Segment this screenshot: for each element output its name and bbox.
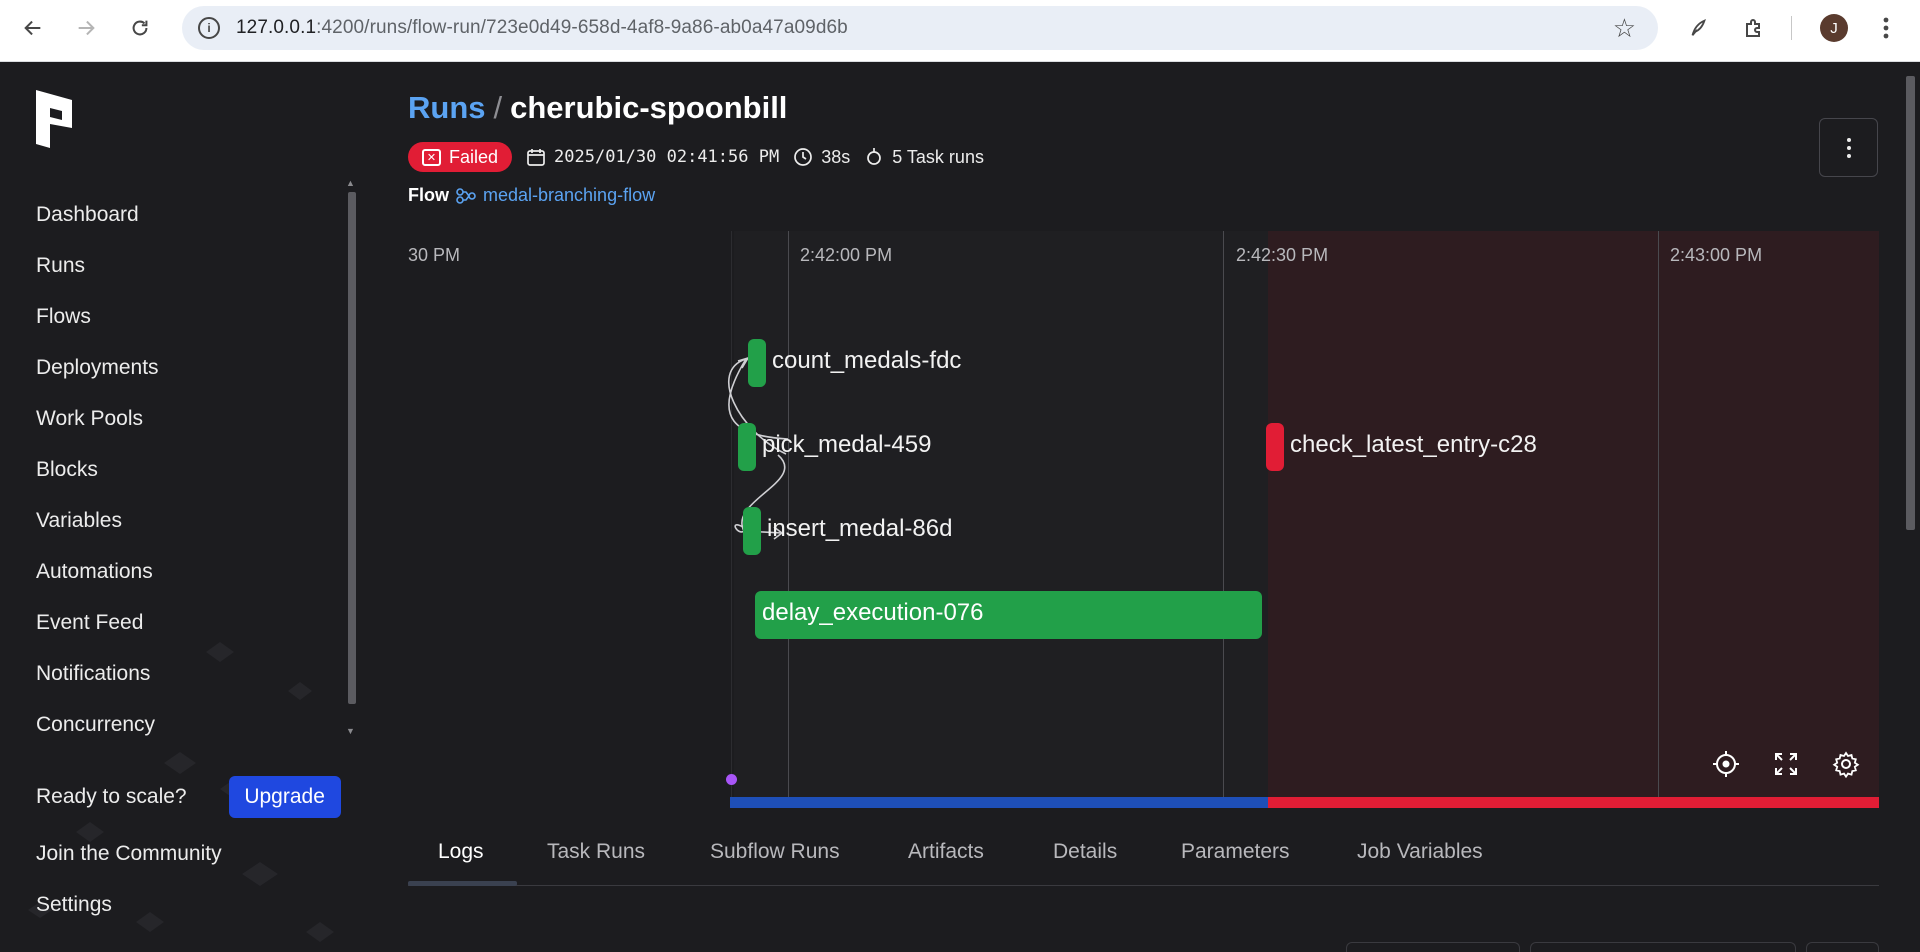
site-info-icon[interactable]: i <box>198 17 220 39</box>
sidebar-item-concurrency[interactable]: Concurrency <box>36 699 159 750</box>
task-label-pick-medal[interactable]: pick_medal-459 <box>762 431 931 459</box>
bookmark-star-icon[interactable]: ☆ <box>1613 13 1636 44</box>
run-state-track-running <box>730 797 1268 808</box>
status-label: Failed <box>449 146 499 167</box>
reload-button[interactable] <box>122 10 158 46</box>
sidebar-item-event-feed[interactable]: Event Feed <box>36 597 159 648</box>
settings-link[interactable]: Settings <box>36 893 112 917</box>
run-state-track-failed <box>1268 797 1879 808</box>
sidebar-item-runs[interactable]: Runs <box>36 240 159 291</box>
profile-avatar[interactable]: J <box>1820 14 1848 42</box>
upgrade-prompt: Ready to scale? <box>36 785 187 808</box>
join-community-link[interactable]: Join the Community <box>36 842 222 866</box>
sidebar-scroll-down-icon[interactable]: ▼ <box>346 726 355 736</box>
task-label-count-medals[interactable]: count_medals-fdc <box>772 347 961 375</box>
task-bar-pick-medal[interactable] <box>738 423 756 471</box>
sidebar: Dashboard Runs Flows Deployments Work Po… <box>0 62 368 952</box>
reload-icon <box>132 20 148 36</box>
flow-label: Flow <box>408 185 449 205</box>
clock-icon <box>794 148 813 166</box>
flow-link[interactable]: medal-branching-flow <box>455 185 655 206</box>
task-bar-check-latest-entry[interactable] <box>1266 423 1284 471</box>
tab-logs[interactable]: Logs <box>438 834 484 886</box>
tab-subflow-runs[interactable]: Subflow Runs <box>710 834 840 886</box>
upgrade-button[interactable]: Upgrade <box>228 776 341 818</box>
back-button[interactable] <box>15 10 51 46</box>
run-meta: ✕ Failed 2025/01/30 02:41:56 PM 38s 5 Ta… <box>408 142 984 172</box>
flow-icon <box>456 187 476 204</box>
flow-info: Flow medal-branching-flow <box>408 185 655 206</box>
active-tab-indicator <box>408 881 517 886</box>
duration-value: 38s <box>821 146 851 167</box>
prefect-logo[interactable] <box>36 90 76 148</box>
upgrade-section: Ready to scale? Upgrade <box>36 776 341 818</box>
task-runs-value: 5 Task runs <box>892 146 984 167</box>
timeline-settings-button[interactable] <box>1829 747 1863 781</box>
breadcrumb: Runs / cherubic-spoonbill <box>408 90 787 126</box>
breadcrumb-runs-link[interactable]: Runs <box>408 90 486 125</box>
sidebar-item-deployments[interactable]: Deployments <box>36 342 159 393</box>
sidebar-nav: Dashboard Runs Flows Deployments Work Po… <box>36 189 159 750</box>
log-level-select[interactable] <box>1530 942 1796 952</box>
tab-details[interactable]: Details <box>1053 834 1117 886</box>
task-label-delay-execution[interactable]: delay_execution-076 <box>762 599 984 627</box>
sidebar-item-work-pools[interactable]: Work Pools <box>36 393 159 444</box>
arrow-left-icon <box>24 20 41 36</box>
task-runs-count: 5 Task runs <box>864 147 984 168</box>
failed-x-icon: ✕ <box>422 148 441 166</box>
main-content: Runs / cherubic-spoonbill ✕ Failed 2025/01… <box>368 62 1920 952</box>
sidebar-item-dashboard[interactable]: Dashboard <box>36 189 159 240</box>
tab-task-runs[interactable]: Task Runs <box>547 834 645 886</box>
dependency-arrows <box>727 356 789 540</box>
arrow-right-icon <box>78 20 95 36</box>
url-host: 127.0.0.1 <box>236 17 317 38</box>
calendar-icon <box>527 149 545 166</box>
task-bar-count-medals[interactable] <box>748 339 766 387</box>
tab-artifacts[interactable]: Artifacts <box>908 834 984 886</box>
log-filter-control[interactable] <box>1346 942 1520 952</box>
sidebar-scroll-up-icon[interactable]: ▲ <box>346 178 355 188</box>
forward-button[interactable] <box>68 10 104 46</box>
task-label-check-latest-entry[interactable]: check_latest_entry-c28 <box>1290 431 1537 459</box>
sidebar-item-flows[interactable]: Flows <box>36 291 159 342</box>
browser-menu-icon[interactable] <box>1868 10 1904 46</box>
gear-icon <box>1832 751 1860 778</box>
tab-parameters[interactable]: Parameters <box>1181 834 1290 886</box>
extensions-puzzle-icon[interactable] <box>1736 10 1772 46</box>
address-bar[interactable]: i 127.0.0.1:4200/runs/flow-run/723e0d49-… <box>182 6 1658 50</box>
task-run-icon <box>867 148 882 165</box>
sidebar-item-notifications[interactable]: Notifications <box>36 648 159 699</box>
sidebar-item-blocks[interactable]: Blocks <box>36 444 159 495</box>
url-text[interactable]: 127.0.0.1:4200/runs/flow-run/723e0d49-65… <box>236 17 848 39</box>
fullscreen-button[interactable] <box>1769 747 1803 781</box>
expand-icon <box>1775 753 1797 775</box>
page-title: cherubic-spoonbill <box>510 90 788 125</box>
toolbar-divider <box>1791 16 1792 40</box>
sidebar-scrollbar[interactable] <box>348 192 356 704</box>
extension-feather-icon[interactable] <box>1680 10 1716 46</box>
sidebar-item-variables[interactable]: Variables <box>36 495 159 546</box>
url-path: :4200/runs/flow-run/723e0d49-658d-4af8-9… <box>316 17 848 38</box>
crosshair-icon <box>1713 751 1739 777</box>
status-badge: ✕ Failed <box>408 142 513 172</box>
event-marker[interactable] <box>726 774 737 785</box>
run-detail-tabs: Logs Task Runs Subflow Runs Artifacts De… <box>408 834 1879 886</box>
more-actions-button[interactable] <box>1819 118 1878 177</box>
start-time: 2025/01/30 02:41:56 PM <box>526 147 779 167</box>
tab-job-variables[interactable]: Job Variables <box>1357 834 1483 886</box>
browser-toolbar: i 127.0.0.1:4200/runs/flow-run/723e0d49-… <box>0 0 1920 62</box>
flow-name: medal-branching-flow <box>483 185 656 205</box>
duration: 38s <box>793 147 850 168</box>
avatar-letter: J <box>1830 19 1838 37</box>
breadcrumb-separator: / <box>493 90 503 125</box>
flow-run-timeline[interactable]: 30 PM 2:42:00 PM 2:42:30 PM 2:43:00 PM c… <box>408 231 1879 808</box>
page-scrollbar[interactable] <box>1906 76 1915 530</box>
task-label-insert-medal[interactable]: insert_medal-86d <box>767 515 952 543</box>
recenter-button[interactable] <box>1709 747 1743 781</box>
log-sort-control[interactable] <box>1806 942 1879 952</box>
sidebar-item-automations[interactable]: Automations <box>36 546 159 597</box>
start-time-value: 2025/01/30 02:41:56 PM <box>554 147 780 167</box>
task-bar-insert-medal[interactable] <box>743 507 761 555</box>
